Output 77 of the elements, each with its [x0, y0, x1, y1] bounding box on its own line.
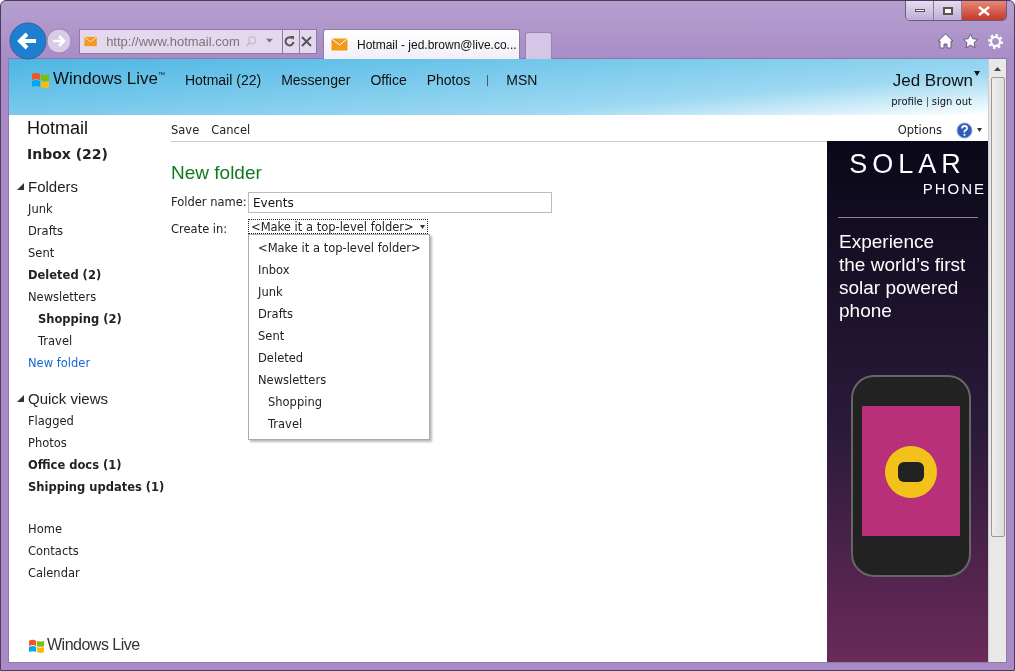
home-icon[interactable] [937, 33, 954, 49]
flag-logo-icon [28, 637, 45, 653]
nav-link[interactable]: Hotmail (22) [184, 69, 262, 91]
brand-name[interactable]: Windows Live$^{™}$ [53, 69, 165, 89]
field-label: Create in: [171, 221, 229, 238]
field-label: Folder name: [171, 194, 248, 211]
forward-button[interactable] [46, 28, 72, 54]
dropdown-option[interactable]: Deleted [249, 347, 421, 369]
folder-link[interactable]: Office docs (1) [9, 454, 161, 476]
mail-icon [331, 38, 348, 51]
account-link[interactable]: profile [891, 96, 923, 107]
dropdown-icon[interactable] [265, 38, 273, 44]
minimize-button[interactable] [906, 1, 934, 20]
mail-icon [84, 34, 98, 48]
options-link[interactable]: Options [897, 123, 942, 137]
dropdown-option[interactable]: Drafts [249, 303, 421, 325]
close-icon [300, 35, 312, 47]
star-icon[interactable] [962, 33, 979, 49]
dropdown-option[interactable]: Junk [249, 281, 421, 303]
folder-link[interactable]: Shopping (2) [9, 308, 161, 330]
ad-logo: SOLAR [849, 149, 966, 180]
folder-link[interactable]: Travel [9, 330, 161, 352]
close-icon [978, 5, 990, 16]
collapse-triangle-icon[interactable] [17, 183, 24, 190]
folder-link[interactable]: Deleted (2) [9, 264, 161, 286]
section-title[interactable]: Quick views [28, 390, 109, 407]
folder-link[interactable]: Newsletters [9, 286, 161, 308]
app-link[interactable]: Calendar [9, 562, 161, 584]
collapse-triangle-icon[interactable] [17, 395, 24, 402]
nav-link[interactable]: Photos [426, 69, 471, 91]
folder-link[interactable]: Junk [9, 198, 161, 220]
dropdown-option[interactable]: Travel [249, 413, 421, 435]
scrollbar[interactable] [988, 59, 1006, 662]
flag-logo-icon [31, 70, 50, 88]
nav-link[interactable]: MSN [506, 69, 538, 91]
search-icon [245, 34, 257, 48]
ad-banner[interactable]: SOLAR PHONE Experience the world’s first solar powered phone [827, 141, 988, 662]
tab-title: Hotmail - jed.brown@live.co... [357, 37, 517, 52]
dropdown-option[interactable]: <Make it a top-level folder> [249, 237, 421, 259]
dropdown-option[interactable]: Newsletters [249, 369, 421, 391]
new-folder-link[interactable]: New folder [9, 352, 161, 374]
close-button[interactable] [962, 1, 1006, 20]
app-link[interactable]: Home [9, 518, 161, 540]
help-icon[interactable] [956, 121, 973, 139]
footer-brand: Windows Live [47, 636, 140, 654]
account-link[interactable]: sign out [931, 96, 972, 107]
ad-tagline: Experience the world’s first solar powered phone [838, 230, 967, 322]
ad-logo-subtitle: PHONE [922, 180, 986, 197]
settings-icon[interactable] [987, 32, 1004, 50]
dropdown-option[interactable]: Shopping [249, 391, 421, 413]
inbox-link[interactable]: Inbox (22) [9, 146, 161, 162]
dropdown-option[interactable]: Sent [249, 325, 421, 347]
folder-link[interactable]: Flagged [9, 410, 161, 432]
link-divider [926, 96, 928, 107]
folder-link[interactable]: Sent [9, 242, 161, 264]
sidebar-title: Hotmail [26, 118, 89, 139]
caret-icon[interactable] [977, 128, 982, 132]
toolbar-link[interactable]: Save [171, 123, 200, 137]
nav-link[interactable]: Office [370, 69, 407, 91]
browser-tab[interactable]: Hotmail - jed.brown@live.co... [323, 29, 520, 59]
url-text: http://www.hotmail.com [106, 33, 240, 49]
maximize-button[interactable] [934, 1, 962, 20]
back-button[interactable] [9, 22, 47, 60]
folder-link[interactable]: Photos [9, 432, 161, 454]
folder-name-field[interactable]: Events [248, 192, 552, 213]
page-heading: New folder [171, 162, 263, 184]
caret-icon [419, 224, 425, 229]
toolbar-link[interactable]: Cancel [211, 123, 251, 137]
caret-icon[interactable] [974, 71, 980, 76]
refresh-icon [282, 34, 296, 48]
folder-link[interactable]: Drafts [9, 220, 161, 242]
dropdown-option[interactable]: Inbox [249, 259, 421, 281]
user-name[interactable]: Jed Brown [892, 71, 973, 91]
section-title[interactable]: Folders [28, 178, 79, 195]
nav-link[interactable]: Messenger [281, 69, 351, 91]
app-link[interactable]: Contacts [9, 540, 161, 562]
scroll-up-arrow-icon[interactable] [994, 67, 1001, 71]
